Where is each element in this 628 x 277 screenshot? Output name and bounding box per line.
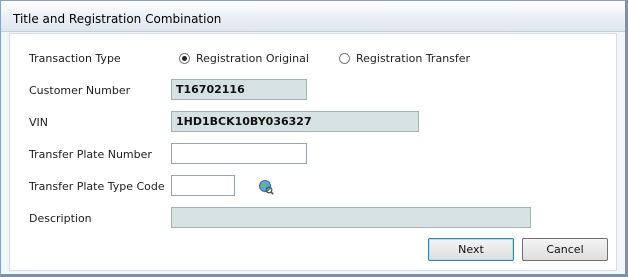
- description-label: Description: [29, 212, 92, 225]
- dialog-window: Title and Registration Combination Trans…: [0, 0, 628, 277]
- transfer-plate-number-label: Transfer Plate Number: [29, 148, 152, 161]
- dialog-body: Transaction Type Registration Original R…: [9, 33, 617, 271]
- radio-registration-transfer[interactable]: Registration Transfer: [339, 52, 470, 65]
- radio-button-unchecked[interactable]: [339, 53, 350, 64]
- vin-field: 1HD1BCK10BY036327: [171, 111, 419, 132]
- description-field: [171, 207, 531, 228]
- cancel-button[interactable]: Cancel: [522, 238, 608, 261]
- globe-search-icon[interactable]: [258, 179, 274, 195]
- next-button[interactable]: Next: [428, 238, 514, 261]
- radio-label: Registration Original: [196, 52, 309, 65]
- transfer-plate-type-code-label: Transfer Plate Type Code: [29, 180, 165, 193]
- transaction-type-label: Transaction Type: [29, 52, 121, 65]
- radio-registration-original[interactable]: Registration Original: [179, 52, 309, 65]
- vin-label: VIN: [29, 116, 48, 129]
- customer-number-field: T16702116: [171, 79, 307, 100]
- transfer-plate-type-code-input[interactable]: [171, 175, 235, 196]
- transfer-plate-number-input[interactable]: [171, 143, 307, 164]
- radio-label: Registration Transfer: [356, 52, 471, 65]
- title-bar[interactable]: Title and Registration Combination: [1, 1, 625, 32]
- customer-number-label: Customer Number: [29, 84, 131, 97]
- radio-button-checked[interactable]: [179, 53, 190, 64]
- dialog-title: Title and Registration Combination: [13, 12, 222, 26]
